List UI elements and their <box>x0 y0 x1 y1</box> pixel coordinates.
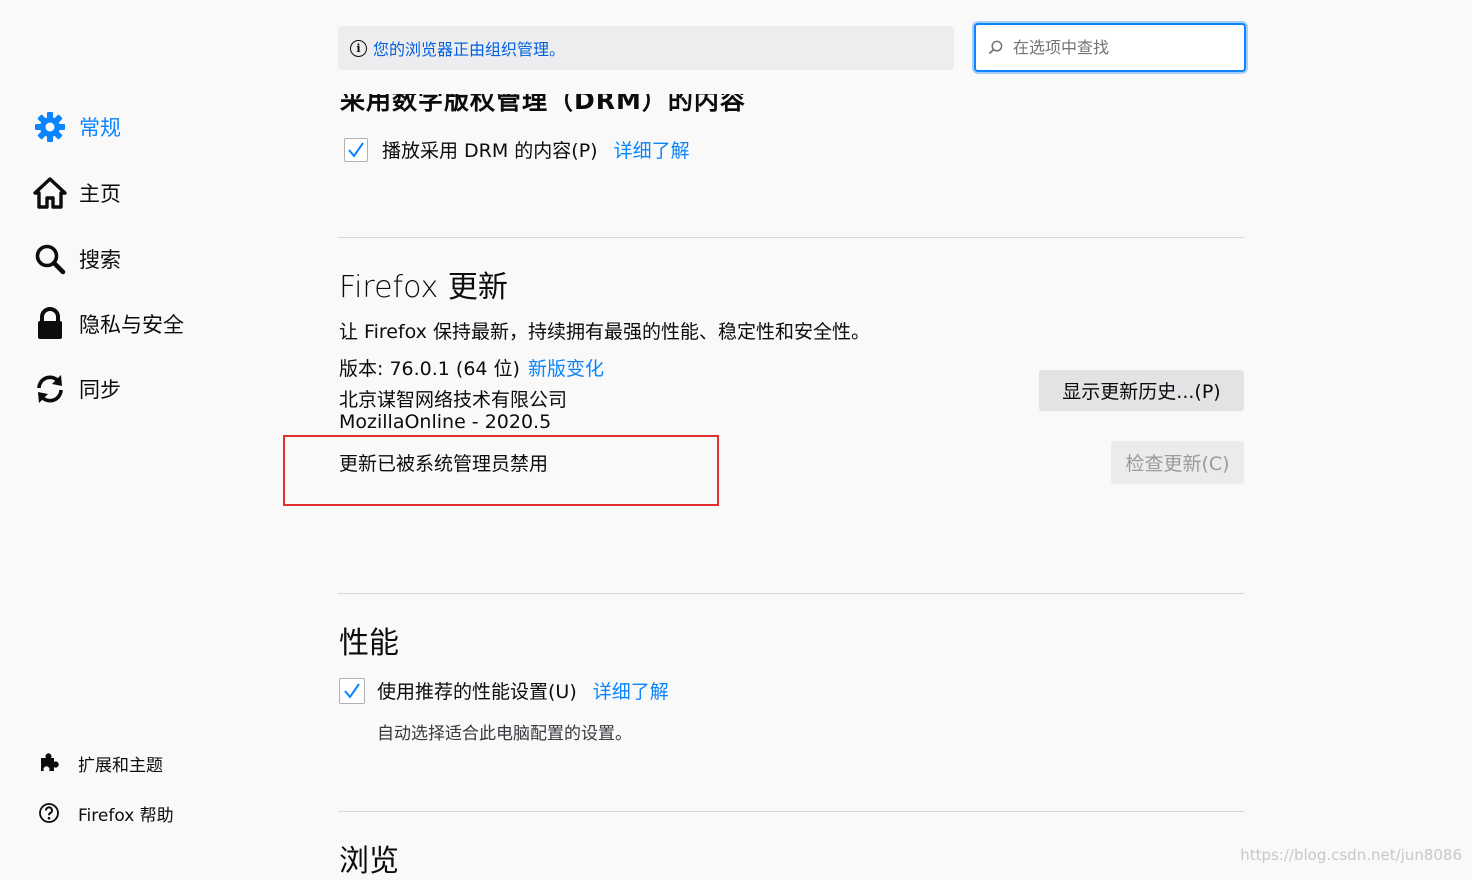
sidebar-item-general[interactable]: 常规 <box>33 110 121 144</box>
drm-checkbox-label[interactable]: 播放采用 DRM 的内容(P) <box>382 136 598 163</box>
search-box[interactable] <box>974 23 1246 72</box>
sync-icon <box>33 372 67 406</box>
sidebar-extensions-link[interactable]: 扩展和主题 <box>36 750 163 776</box>
sidebar-item-label: 隐私与安全 <box>79 313 184 337</box>
sidebar-item-sync[interactable]: 同步 <box>33 372 121 406</box>
sidebar-item-label: 常规 <box>79 116 121 140</box>
search-icon <box>33 242 67 276</box>
checkmark-icon <box>348 141 364 158</box>
check-for-updates-button[interactable]: 检查更新(C) <box>1111 441 1244 484</box>
show-update-history-button[interactable]: 显示更新历史...(P) <box>1039 370 1244 411</box>
sidebar-help-link[interactable]: Firefox 帮助 <box>36 800 174 826</box>
section-divider <box>338 811 1244 812</box>
update-description: 让 Firefox 保持最新，持续拥有最强的性能、稳定性和安全性。 <box>339 321 870 343</box>
performance-learn-more-link[interactable]: 详细了解 <box>593 677 669 704</box>
drm-learn-more-link[interactable]: 详细了解 <box>614 136 690 163</box>
puzzle-icon <box>36 750 62 776</box>
sidebar-item-search[interactable]: 搜索 <box>33 242 121 276</box>
sidebar-item-label: 主页 <box>79 182 121 206</box>
sidebar-item-label: 搜索 <box>79 248 121 272</box>
watermark: https://blog.csdn.net/jun8086 <box>1240 846 1462 864</box>
sidebar-footer-label: Firefox 帮助 <box>78 805 174 826</box>
managed-policy-banner: i 您的浏览器正由组织管理。 <box>338 26 954 70</box>
drm-heading: 采用数字版权管理（DRM）的内容 <box>340 94 746 114</box>
sidebar-item-label: 同步 <box>79 378 121 402</box>
section-divider <box>338 237 1244 238</box>
home-icon <box>33 176 67 210</box>
gear-icon <box>33 110 67 144</box>
lock-icon <box>33 307 67 341</box>
sidebar-footer-label: 扩展和主题 <box>78 755 163 776</box>
sidebar-item-home[interactable]: 主页 <box>33 176 121 210</box>
drm-row: 播放采用 DRM 的内容(P) 详细了解 <box>344 136 690 163</box>
sidebar-item-privacy[interactable]: 隐私与安全 <box>33 307 184 341</box>
version-label: 版本: 76.0.1 (64 位) <box>339 358 520 380</box>
whats-new-link[interactable]: 新版变化 <box>528 354 604 381</box>
info-icon: i <box>350 39 367 57</box>
help-icon <box>36 800 62 826</box>
checkmark-icon <box>344 682 360 699</box>
drm-checkbox[interactable] <box>344 137 368 162</box>
banner-text[interactable]: 您的浏览器正由组织管理。 <box>373 36 565 60</box>
distribution-company: 北京谋智网络技术有限公司 <box>339 389 568 411</box>
performance-checkbox-label[interactable]: 使用推荐的性能设置(U) <box>377 677 577 704</box>
update-section-title: Firefox 更新 <box>339 270 508 305</box>
browsing-section-title: 浏览 <box>339 844 399 879</box>
performance-section-title: 性能 <box>339 626 399 661</box>
performance-hint: 自动选择适合此电脑配置的设置。 <box>377 724 632 744</box>
performance-row: 使用推荐的性能设置(U) 详细了解 <box>339 677 669 704</box>
version-row: 版本: 76.0.1 (64 位) 新版变化 <box>339 354 604 381</box>
highlight-box <box>283 435 719 506</box>
search-input[interactable] <box>1011 37 1225 58</box>
distribution-build: MozillaOnline - 2020.5 <box>339 411 552 433</box>
search-icon <box>988 40 1003 55</box>
performance-checkbox[interactable] <box>339 677 365 704</box>
section-divider <box>338 593 1244 594</box>
